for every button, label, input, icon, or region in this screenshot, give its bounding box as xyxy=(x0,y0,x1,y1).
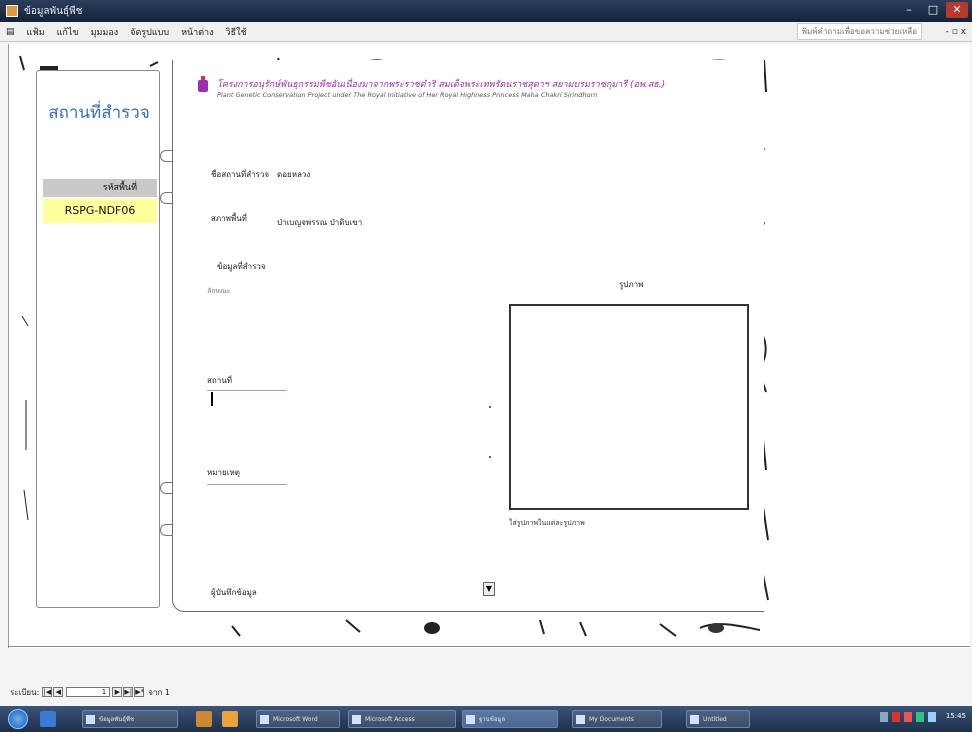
screen: ข้อมูลพันธุ์พืช – □ ✕ ▤ แฟ้ม แก้ไข มุมมอ… xyxy=(0,0,972,732)
app-icon xyxy=(6,5,18,17)
alert-icon[interactable] xyxy=(903,712,912,722)
taskbar-task-active[interactable]: ฐานข้อมูล xyxy=(462,710,558,728)
start-button[interactable] xyxy=(8,709,28,729)
area-label: สภาพพื้นที่ xyxy=(211,214,247,223)
help-search-input[interactable]: พิมพ์คำถามเพื่อขอความช่วยเหลือ xyxy=(796,23,922,40)
image-label: รูปภาพ xyxy=(619,280,644,289)
new-record-button[interactable]: ▶* xyxy=(134,687,145,697)
minimize-button[interactable]: – xyxy=(898,2,920,18)
scroll-mark xyxy=(489,406,491,408)
title-bar: ข้อมูลพันธุ์พืช – □ ✕ xyxy=(0,0,972,22)
description-label: ลักษณะ xyxy=(207,287,231,295)
record-navigator: ระเบียน: |◀ ◀ 1 ▶ ▶| ▶* จาก 1 xyxy=(10,686,170,698)
menu-item-view[interactable]: มุมมอง xyxy=(85,25,125,39)
site-name-label: ชื่อสถานที่สำรวจ xyxy=(211,170,270,179)
project-logo xyxy=(195,76,211,98)
folder-icon[interactable] xyxy=(222,711,238,727)
main-form: โครงการอนุรักษ์พันธุกรรมพืชอันเนื่องมาจา… xyxy=(172,60,764,612)
system-tray: 15:45 xyxy=(879,712,966,722)
next-record-button[interactable]: ▶ xyxy=(112,687,123,697)
taskbar-task[interactable]: Microsoft Access xyxy=(348,710,456,728)
panel-heading: สถานที่สำรวจ xyxy=(48,103,150,123)
location-label: สถานที่ xyxy=(207,376,232,385)
area-field[interactable]: ป่าเบญจพรรณ ป่าดิบเขา xyxy=(277,216,362,229)
code-column-header: รหัสพื้นที่ xyxy=(43,179,157,197)
location-field[interactable] xyxy=(207,390,307,430)
recorder-dropdown-button[interactable]: ▼ xyxy=(483,582,495,596)
left-panel: สถานที่สำรวจ รหัสพื้นที่ RSPG-NDF06 xyxy=(36,70,160,608)
status-icon[interactable] xyxy=(915,712,924,722)
taskbar-task[interactable]: Untitled xyxy=(686,710,750,728)
current-record-input[interactable]: 1 xyxy=(66,687,111,697)
menu-app-icon[interactable]: ▤ xyxy=(0,27,21,37)
clock[interactable]: 15:45 xyxy=(946,712,966,722)
ie-icon[interactable] xyxy=(40,711,56,727)
last-record-button[interactable]: ▶| xyxy=(123,687,134,697)
taskbar: ข้อมูลพันธุ์พืช Microsoft Word Microsoft… xyxy=(0,706,972,732)
close-button[interactable]: ✕ xyxy=(946,2,968,18)
header-english: Plant Genetic Conservation Project under… xyxy=(217,91,598,99)
menu-item-format[interactable]: จัดรูปแบบ xyxy=(124,25,175,39)
volume-icon[interactable] xyxy=(927,712,936,722)
remarks-field[interactable] xyxy=(207,484,307,514)
app-icon-taskbar[interactable] xyxy=(196,711,212,727)
record-total: จาก 1 xyxy=(148,687,170,697)
image-caption: ใส่รูปภาพในแต่ละรูปภาพ xyxy=(509,519,585,527)
taskbar-task[interactable]: My Documents xyxy=(572,710,662,728)
menu-bar: ▤ แฟ้ม แก้ไข มุมมอง จัดรูปแบบ หน้าต่าง ว… xyxy=(0,22,972,42)
record-label: ระเบียน: xyxy=(10,687,40,697)
recorder-label: ผู้บันทึกข้อมูล xyxy=(211,588,257,597)
header-thai: โครงการอนุรักษ์พันธุกรรมพืชอันเนื่องมาจา… xyxy=(217,80,666,90)
taskbar-task[interactable]: ข้อมูลพันธุ์พืช xyxy=(82,710,178,728)
network-icon[interactable] xyxy=(879,712,888,722)
details-label: ข้อมูลที่สำรวจ xyxy=(217,262,266,271)
site-name-field[interactable]: ดอยหลวง xyxy=(277,168,310,181)
divider xyxy=(8,646,970,647)
prev-record-button[interactable]: ◀ xyxy=(53,687,64,697)
scroll-mark xyxy=(489,456,491,458)
menu-item-help[interactable]: วิธีใช้ xyxy=(220,25,253,39)
window-title: ข้อมูลพันธุ์พืช xyxy=(24,5,83,17)
image-frame[interactable] xyxy=(509,304,749,510)
maximize-button[interactable]: □ xyxy=(922,2,944,18)
menu-item-window[interactable]: หน้าต่าง xyxy=(175,25,219,39)
first-record-button[interactable]: |◀ xyxy=(42,687,53,697)
code-list-item[interactable]: RSPG-NDF06 xyxy=(43,199,157,223)
window-controls: – □ ✕ xyxy=(898,2,968,18)
menu-item-edit[interactable]: แก้ไข xyxy=(51,25,85,39)
remarks-label: หมายเหตุ xyxy=(207,468,240,477)
taskbar-task[interactable]: Microsoft Word xyxy=(256,710,340,728)
menu-item-file[interactable]: แฟ้ม xyxy=(21,25,51,39)
antivirus-icon[interactable] xyxy=(891,712,900,722)
mdi-window-controls[interactable]: - ▫ x xyxy=(946,27,966,37)
